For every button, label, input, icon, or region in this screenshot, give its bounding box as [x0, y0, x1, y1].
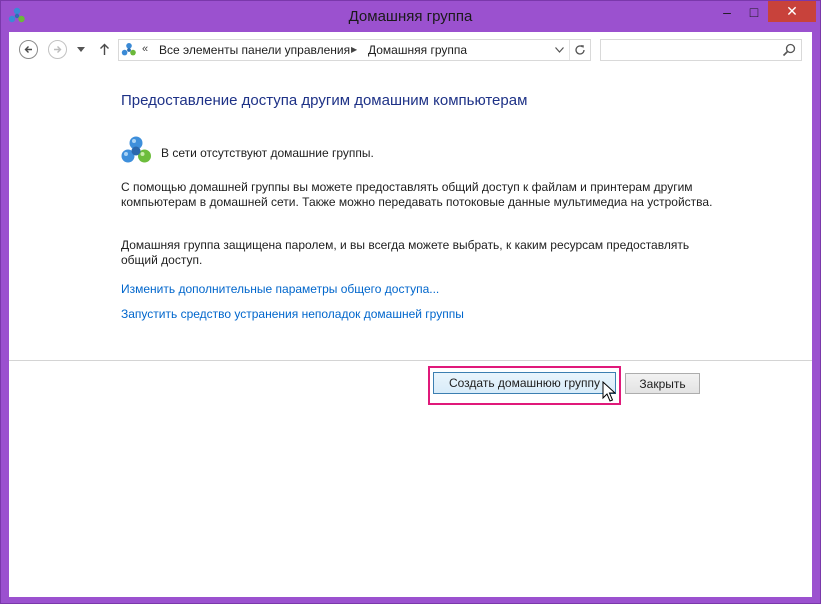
status-text: В сети отсутствуют домашние группы. [161, 146, 374, 160]
advanced-sharing-settings-link[interactable]: Изменить дополнительные параметры общего… [121, 282, 439, 296]
up-button[interactable] [97, 40, 111, 59]
search-icon [782, 43, 796, 57]
forward-arrow-icon [54, 46, 62, 53]
window: Домашняя группа ‒ □ ✕ « Все элементы пан… [0, 0, 821, 604]
back-button[interactable] [19, 40, 38, 59]
troubleshooter-link[interactable]: Запустить средство устранения неполадок … [121, 307, 464, 321]
refresh-button[interactable] [570, 40, 590, 60]
breadcrumb-control-panel[interactable]: Все элементы панели управления [159, 43, 350, 57]
chevron-down-icon [77, 46, 85, 52]
title-bar[interactable]: Домашняя группа ‒ □ ✕ [1, 1, 820, 32]
close-button[interactable]: Закрыть [625, 373, 700, 394]
address-dropdown-button[interactable] [549, 40, 569, 60]
navigation-bar: « Все элементы панели управления ▶ Домаш… [9, 32, 812, 68]
mouse-cursor-icon [602, 381, 616, 402]
back-arrow-icon [24, 46, 32, 53]
minimize-button[interactable]: ‒ [714, 1, 740, 22]
address-bar[interactable]: « Все элементы панели управления ▶ Домаш… [118, 39, 591, 61]
page-title: Предоставление доступа другим домашним к… [121, 92, 528, 109]
breadcrumb-homegroup[interactable]: Домашняя группа [368, 43, 467, 57]
breadcrumb-separator-icon[interactable]: ▶ [351, 45, 357, 54]
refresh-icon [575, 45, 585, 55]
up-arrow-icon [99, 43, 109, 55]
address-overflow-chevron[interactable]: « [142, 43, 148, 55]
security-paragraph: Домашняя группа защищена паролем, и вы в… [121, 238, 690, 267]
footer-divider [9, 360, 812, 361]
window-client-area: « Все элементы панели управления ▶ Домаш… [9, 32, 812, 597]
search-input[interactable] [600, 39, 802, 61]
forward-button[interactable] [48, 40, 67, 59]
recent-locations-button[interactable] [76, 44, 86, 54]
maximize-button[interactable]: □ [741, 1, 767, 22]
description-paragraph: С помощью домашней группы вы можете пред… [121, 180, 713, 209]
homegroup-status-icon [121, 136, 151, 163]
window-title: Домашняя группа [348, 8, 473, 25]
chevron-down-icon [554, 47, 564, 53]
homegroup-icon [121, 43, 136, 56]
close-window-button[interactable]: ✕ [768, 1, 816, 22]
create-homegroup-button[interactable]: Создать домашнюю группу [433, 372, 616, 394]
